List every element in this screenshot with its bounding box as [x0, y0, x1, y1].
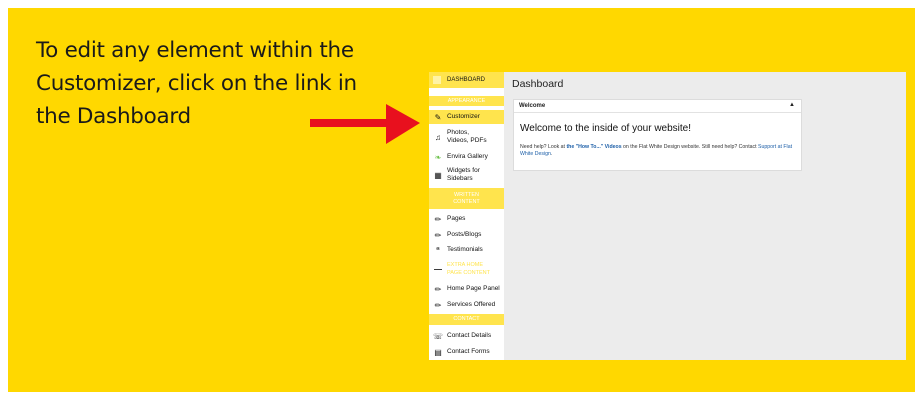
- sidebar-item-widgets[interactable]: ▦ Widgets for Sidebars: [429, 166, 504, 184]
- pencil-icon: ✏: [434, 300, 442, 310]
- sidebar-item-testimonials[interactable]: “ Testimonials: [429, 244, 504, 256]
- collapse-icon[interactable]: ▲: [789, 102, 795, 108]
- sidebar-item-label: Customizer: [447, 113, 480, 120]
- welcome-text-part: Need help? Look at: [520, 144, 567, 150]
- sidebar-item-customizer[interactable]: ✎ Customizer: [429, 110, 504, 124]
- pencil-icon: ✏: [434, 214, 442, 224]
- quote-icon: “: [436, 245, 440, 255]
- dash-icon: —: [434, 264, 442, 274]
- panel-header-label: Welcome: [519, 103, 546, 109]
- pencil-icon: ✏: [434, 284, 442, 294]
- widgets-icon: ▦: [434, 170, 442, 180]
- phone-icon: ☏: [433, 331, 444, 341]
- panel-header[interactable]: Welcome ▲: [514, 100, 801, 113]
- welcome-panel: Welcome ▲ Welcome to the inside of your …: [513, 99, 802, 171]
- welcome-heading: Welcome to the inside of your website!: [520, 123, 692, 134]
- welcome-text: Need help? Look at the "How To..." Video…: [520, 144, 796, 158]
- sidebar-item-envira-gallery[interactable]: ❧ Envira Gallery: [429, 151, 504, 163]
- sidebar-item-contact-details[interactable]: ☏ Contact Details: [429, 330, 504, 342]
- page-title: Dashboard: [512, 78, 564, 90]
- sidebar-item-label: EXTRA HOME PAGE CONTENT: [447, 262, 490, 276]
- sidebar-item-label: Widgets for Sidebars: [447, 167, 480, 182]
- section-heading-written-content: WRITTEN CONTENT: [429, 188, 504, 209]
- sidebar-item-home-page-panel[interactable]: ✏ Home Page Panel: [429, 283, 504, 295]
- sidebar-item-pages[interactable]: ✏ Pages: [429, 213, 504, 225]
- sidebar-item-label: Posts/Blogs: [447, 231, 482, 238]
- sidebar-item-label: Home Page Panel: [447, 285, 500, 292]
- welcome-text-part: .: [550, 151, 553, 157]
- sidebar-item-label: Contact Details: [447, 332, 492, 339]
- sidebar-item-services[interactable]: ✏ Services Offered: [429, 299, 504, 311]
- sidebar-item-label: Contact Forms: [447, 348, 490, 355]
- sidebar-item-label: Services Offered: [447, 301, 496, 308]
- admin-sidebar: DASHBOARD APPEARANCE ✎ Customizer ♫ Phot…: [429, 72, 504, 360]
- dashboard-screenshot: DASHBOARD APPEARANCE ✎ Customizer ♫ Phot…: [429, 72, 906, 360]
- sidebar-item-extra-home[interactable]: — EXTRA HOME PAGE CONTENT: [429, 259, 504, 279]
- sidebar-item-label: Photos, Videos, PDFs: [447, 129, 487, 144]
- welcome-text-part: on the Flat White Design website. Still …: [621, 144, 758, 150]
- sidebar-item-contact-forms[interactable]: ▤ Contact Forms: [429, 346, 504, 358]
- media-icon: ♫: [435, 132, 441, 142]
- red-arrow-icon: [310, 104, 420, 144]
- form-icon: ▤: [434, 347, 442, 357]
- how-to-videos-link[interactable]: the "How To..." Videos: [566, 144, 621, 150]
- section-heading-contact: CONTACT: [429, 314, 504, 325]
- sidebar-item-label: Pages: [447, 215, 466, 222]
- sidebar-item-label: Envira Gallery: [447, 153, 488, 160]
- section-heading-label: WRITTEN CONTENT: [453, 191, 480, 205]
- sidebar-item-posts[interactable]: ✏ Posts/Blogs: [429, 229, 504, 241]
- pencil-icon: ✏: [434, 230, 442, 240]
- sidebar-item-label: DASHBOARD: [447, 77, 486, 83]
- section-heading-appearance: APPEARANCE: [429, 96, 504, 106]
- sidebar-item-label: Testimonials: [447, 246, 483, 253]
- sidebar-item-photos[interactable]: ♫ Photos, Videos, PDFs: [429, 128, 504, 146]
- leaf-icon: ❧: [434, 152, 442, 162]
- slide: To edit any element within the Customize…: [0, 0, 923, 400]
- sidebar-item-dashboard[interactable]: DASHBOARD: [429, 72, 504, 88]
- dashboard-icon: [433, 76, 441, 84]
- brush-icon: ✎: [434, 112, 442, 122]
